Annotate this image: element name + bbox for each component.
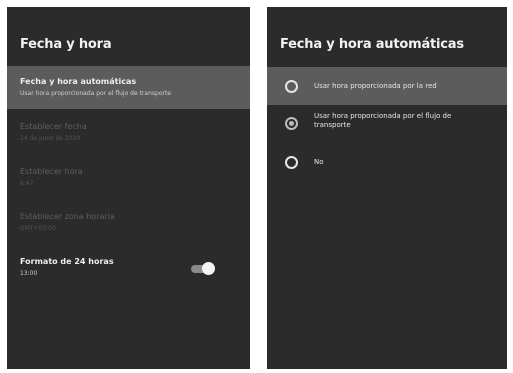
item-title: Establecer zona horaria [20, 212, 115, 221]
radio-unchecked-icon [285, 80, 298, 93]
option-label: No [314, 158, 324, 166]
date-time-settings-panel: Fecha y hora Fecha y hora automáticas Us… [7, 7, 250, 369]
option-label: Usar hora proporcionada por la red [314, 82, 437, 90]
radio-checked-icon [285, 117, 298, 130]
option-no[interactable]: No [267, 150, 507, 174]
item-subtitle: 24 de junio de 2020 [20, 135, 81, 142]
set-time-item[interactable]: Establecer hora 6:47 [7, 167, 250, 199]
set-time-zone-item[interactable]: Establecer zona horaria GMT+03:00 [7, 212, 250, 244]
item-title: Establecer hora [20, 167, 83, 176]
item-subtitle: Usar hora proporcionada por el flujo de … [20, 90, 171, 97]
24-hour-format-toggle[interactable] [190, 262, 216, 275]
item-subtitle: 6:47 [20, 180, 34, 187]
toggle-knob [202, 262, 215, 275]
panel-title: Fecha y hora automáticas [280, 37, 464, 52]
item-title: Establecer fecha [20, 122, 87, 131]
automatic-date-time-item[interactable]: Fecha y hora automáticas Usar hora propo… [7, 66, 250, 109]
option-network-time[interactable]: Usar hora proporcionada por la red [267, 67, 507, 105]
panel-title: Fecha y hora [20, 37, 112, 52]
radio-unchecked-icon [285, 156, 298, 169]
automatic-date-time-panel: Fecha y hora automáticas Usar hora propo… [267, 7, 507, 369]
option-label: Usar hora proporcionada por el flujo de … [314, 112, 452, 129]
item-subtitle: GMT+03:00 [20, 225, 56, 232]
set-date-item[interactable]: Establecer fecha 24 de junio de 2020 [7, 122, 250, 154]
item-title: Fecha y hora automáticas [20, 77, 137, 86]
option-transport-stream-time[interactable]: Usar hora proporcionada por el flujo de … [267, 107, 507, 141]
